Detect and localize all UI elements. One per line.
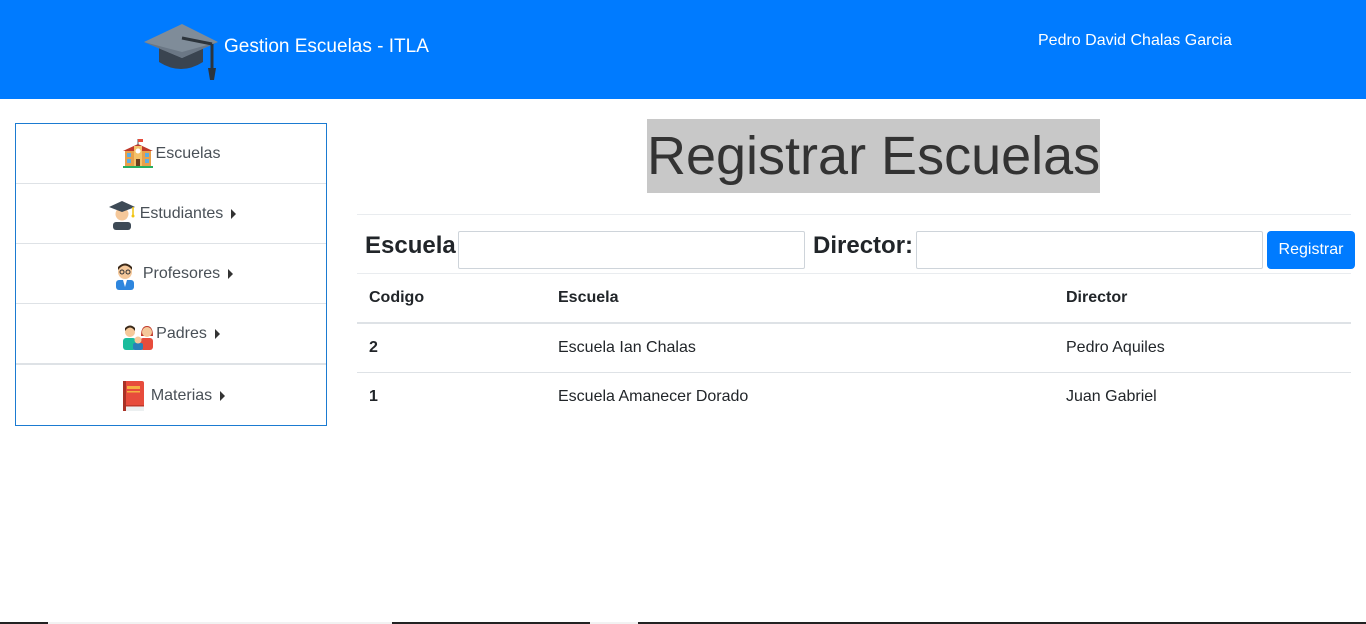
- sidebar-item-materias[interactable]: Materias: [16, 364, 326, 426]
- sidebar-item-label: Padres: [156, 324, 207, 342]
- column-header-escuela: Escuela: [546, 274, 1054, 324]
- schools-table: Codigo Escuela Director 2 Escuela Ian Ch…: [357, 274, 1351, 421]
- cell-director: Pedro Aquiles: [1054, 323, 1351, 373]
- column-header-director: Director: [1054, 274, 1351, 324]
- table-row: 1 Escuela Amanecer Dorado Juan Gabriel: [357, 373, 1351, 422]
- cell-codigo: 1: [369, 388, 378, 405]
- sidebar-item-padres[interactable]: Padres: [16, 304, 326, 364]
- school-icon: [122, 138, 153, 168]
- divider: [357, 214, 1351, 215]
- school-input[interactable]: [458, 231, 805, 269]
- sidebar-menu: Escuelas Estudiantes Profesores Padres M…: [15, 123, 327, 426]
- sidebar-item-label: Estudiantes: [139, 204, 224, 222]
- caret-right-icon: [231, 208, 237, 219]
- sidebar-item-estudiantes[interactable]: Estudiantes: [16, 184, 326, 244]
- book-icon: [122, 380, 144, 411]
- school-label: Escuela:: [365, 232, 464, 259]
- user-name[interactable]: Pedro David Chalas Garcia: [1038, 32, 1232, 50]
- teacher-icon: [115, 263, 134, 290]
- cell-codigo: 2: [357, 323, 546, 373]
- sidebar-item-label: Materias: [150, 386, 213, 404]
- parents-icon: [123, 325, 154, 350]
- cell-escuela: Escuela Ian Chalas: [546, 323, 1054, 373]
- sidebar-item-escuelas[interactable]: Escuelas: [16, 124, 326, 184]
- column-header-codigo: Codigo: [357, 274, 546, 324]
- caret-right-icon: [214, 328, 220, 339]
- graduation-cap-icon: [144, 24, 218, 80]
- navbar: Gestion Escuelas - ITLA Pedro David Chal…: [0, 0, 1366, 99]
- sidebar-item-profesores[interactable]: Profesores: [16, 244, 326, 304]
- caret-right-icon: [220, 390, 226, 401]
- table-header-row: Codigo Escuela Director: [357, 274, 1351, 324]
- page-title: Registrar Escuelas: [647, 126, 1101, 186]
- brand-link[interactable]: Gestion Escuelas - ITLA: [142, 20, 429, 84]
- sidebar-item-label: Escuelas: [155, 144, 221, 162]
- cell-director: Juan Gabriel: [1066, 388, 1157, 405]
- register-form: Escuela: Director: Registrar: [357, 230, 1355, 270]
- student-icon: [108, 200, 135, 230]
- register-button[interactable]: Registrar: [1267, 231, 1355, 269]
- sidebar-item-label: Profesores: [142, 264, 221, 282]
- page-title-highlight: Registrar Escuelas: [647, 119, 1101, 193]
- table-row: 2 Escuela Ian Chalas Pedro Aquiles: [357, 323, 1351, 373]
- caret-right-icon: [228, 268, 234, 279]
- brand-title: Gestion Escuelas - ITLA: [224, 36, 429, 57]
- cell-escuela: Escuela Amanecer Dorado: [558, 388, 749, 405]
- director-input[interactable]: [916, 231, 1263, 269]
- director-label: Director:: [813, 232, 914, 259]
